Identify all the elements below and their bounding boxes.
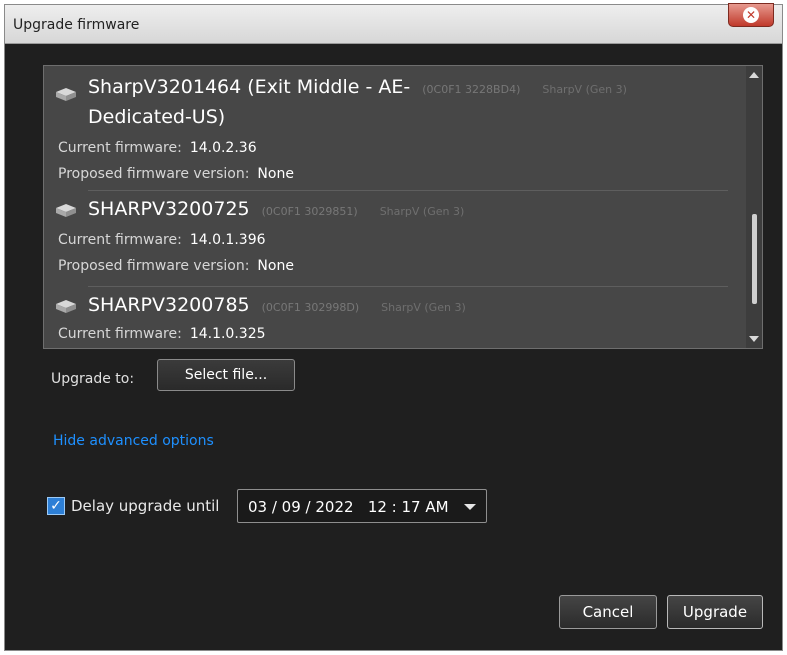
chevron-down-icon[interactable] [464, 504, 476, 510]
delay-upgrade-checkbox[interactable]: ✓ [47, 497, 65, 515]
current-firmware: Current firmware: 14.0.1.396 [58, 232, 266, 248]
scroll-down-icon[interactable] [749, 336, 759, 342]
delay-datetime-value[interactable]: 03 / 09 / 2022 12 : 17 AM [248, 498, 449, 516]
device-name: SHARPV3200785 (0C0F1 302998D) SharpV (Gen … [88, 294, 466, 316]
device-name-line2: Dedicated-US) [88, 106, 226, 128]
device-name: SHARPV3200725 (0C0F1 3029851) SharpV (Gen … [88, 198, 465, 220]
list-item[interactable]: SHARPV3200725 (0C0F1 3029851) SharpV (Gen … [44, 194, 742, 286]
proposed-firmware: Proposed firmware version: None [58, 258, 294, 274]
camera-icon [56, 88, 76, 101]
device-list[interactable]: SharpV3201464 (Exit Middle - AE- (0C0F1 3… [43, 65, 763, 349]
title-bar: Upgrade firmware ✕ [5, 3, 782, 44]
delay-datetime-picker[interactable]: 03 / 09 / 2022 12 : 17 AM [237, 489, 487, 523]
divider [88, 190, 728, 191]
upgrade-firmware-dialog: Upgrade firmware ✕ SharpV3201464 (Exit M… [4, 3, 783, 651]
cancel-button[interactable]: Cancel [559, 595, 657, 629]
delay-upgrade-label[interactable]: Delay upgrade until [71, 497, 219, 515]
upgrade-to-label: Upgrade to: [51, 371, 135, 387]
scrollbar[interactable] [746, 66, 762, 348]
upgrade-button[interactable]: Upgrade [667, 595, 763, 629]
divider [88, 286, 728, 287]
camera-icon [56, 204, 76, 217]
select-file-button[interactable]: Select file... [157, 359, 295, 391]
scroll-thumb[interactable] [752, 214, 757, 304]
close-button[interactable]: ✕ [728, 3, 774, 27]
list-item[interactable]: SharpV3201464 (Exit Middle - AE- (0C0F1 3… [44, 66, 742, 188]
dialog-title: Upgrade firmware [13, 17, 140, 33]
list-item[interactable]: SHARPV3200785 (0C0F1 302998D) SharpV (Gen … [44, 290, 742, 348]
current-firmware: Current firmware: 14.0.2.36 [58, 140, 257, 156]
proposed-firmware: Proposed firmware version: None [58, 166, 294, 182]
scroll-up-icon[interactable] [749, 72, 759, 78]
device-name: SharpV3201464 (Exit Middle - AE- (0C0F1 3… [88, 76, 627, 98]
hide-advanced-options-link[interactable]: Hide advanced options [53, 433, 214, 449]
camera-icon [56, 300, 76, 313]
close-icon: ✕ [743, 7, 759, 23]
current-firmware: Current firmware: 14.1.0.325 [58, 326, 266, 342]
